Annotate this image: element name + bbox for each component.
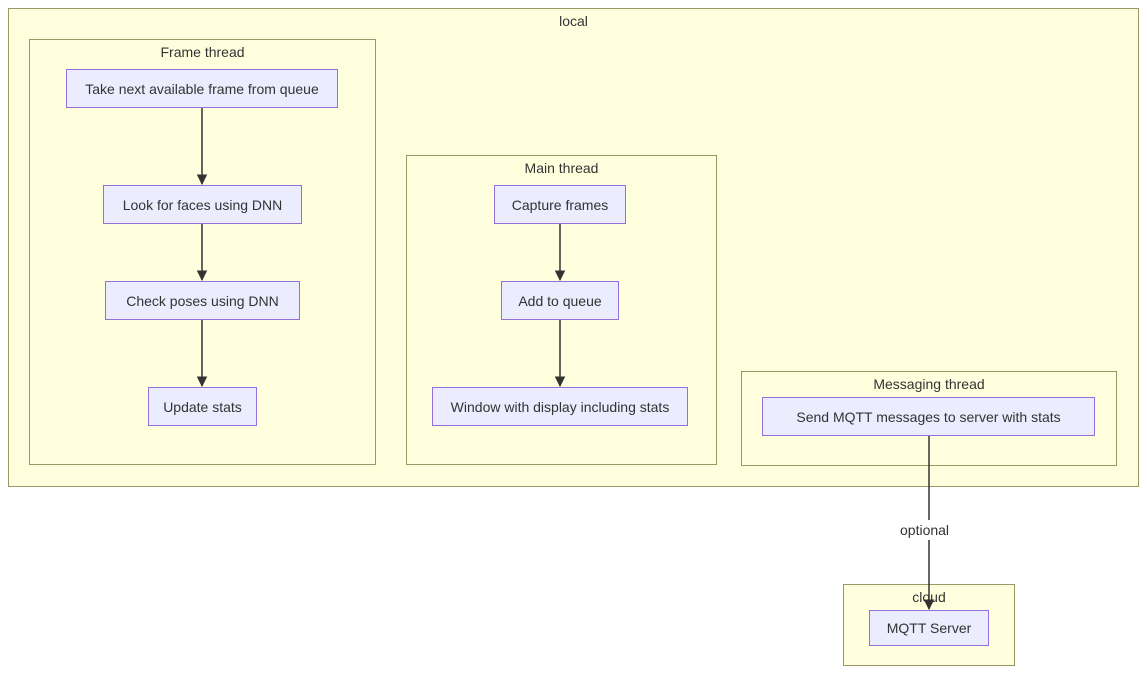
edge-label-optional: optional xyxy=(898,522,951,538)
subgraph-messaging-thread-title: Messaging thread xyxy=(873,376,984,392)
node-look-faces: Look for faces using DNN xyxy=(103,185,302,224)
subgraph-cloud-title: cloud xyxy=(912,589,945,605)
subgraph-local-title: local xyxy=(559,13,588,29)
subgraph-main-thread-title: Main thread xyxy=(525,160,599,176)
subgraph-frame-thread-title: Frame thread xyxy=(160,44,244,60)
node-take-frame: Take next available frame from queue xyxy=(66,69,338,108)
node-update-stats: Update stats xyxy=(148,387,257,426)
node-mqtt-server: MQTT Server xyxy=(869,610,989,646)
node-capture-frames: Capture frames xyxy=(494,185,626,224)
node-send-mqtt: Send MQTT messages to server with stats xyxy=(762,397,1095,436)
node-window-display: Window with display including stats xyxy=(432,387,688,426)
node-add-queue: Add to queue xyxy=(501,281,619,320)
node-check-poses: Check poses using DNN xyxy=(105,281,300,320)
